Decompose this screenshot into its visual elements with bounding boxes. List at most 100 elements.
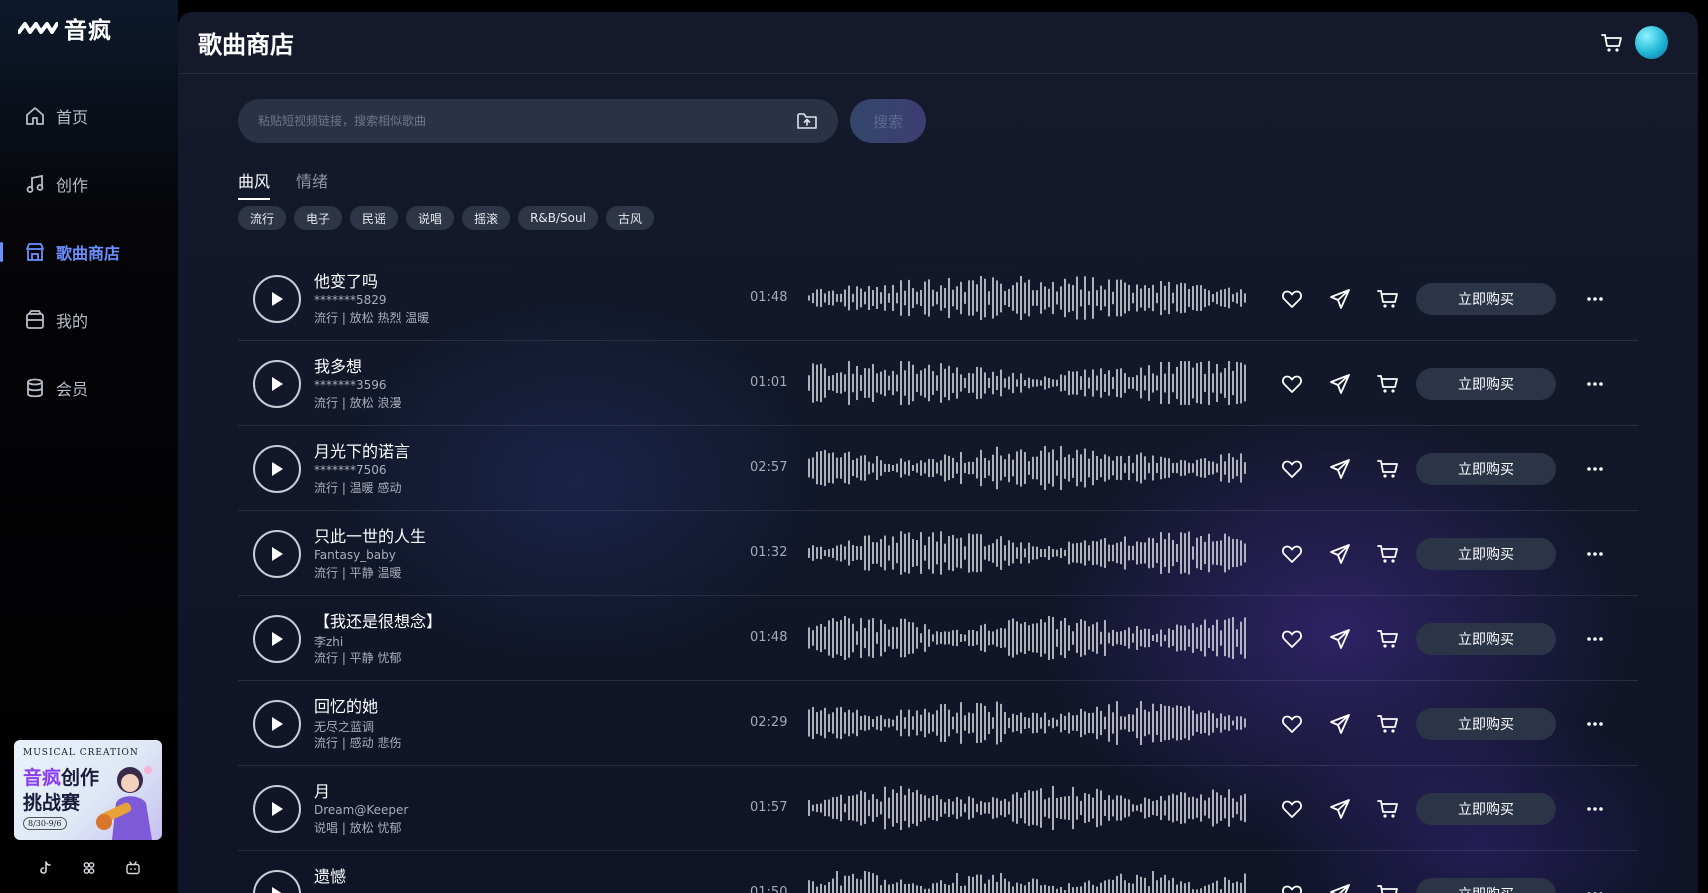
send-icon[interactable] xyxy=(1328,627,1352,651)
more-icon[interactable] xyxy=(1584,628,1606,650)
play-button[interactable] xyxy=(253,615,301,663)
waveform[interactable] xyxy=(808,786,1248,830)
chip-folk[interactable]: 民谣 xyxy=(350,206,399,230)
send-icon[interactable] xyxy=(1328,797,1352,821)
buy-now-button[interactable]: 立即购买 xyxy=(1416,453,1556,485)
filter-tabs: 曲风 情绪 xyxy=(238,168,328,200)
sidebar-nav: 首页 创作 歌曲商店 我的 会员 xyxy=(0,82,178,422)
chip-chinese-style[interactable]: 古风 xyxy=(605,206,654,230)
song-tags: 流行 | 平静 忧郁 xyxy=(314,651,402,665)
promo-subtitle: MUSICAL CREATION xyxy=(23,748,139,758)
more-icon[interactable] xyxy=(1584,543,1606,565)
waveform[interactable] xyxy=(808,701,1248,745)
waveform[interactable] xyxy=(808,871,1248,893)
song-title[interactable]: 只此一世的人生 xyxy=(314,523,426,547)
tab-mood[interactable]: 情绪 xyxy=(296,168,328,200)
play-button[interactable] xyxy=(253,360,301,408)
bilibili-icon[interactable] xyxy=(125,860,141,876)
sidebar-item-mine[interactable]: 我的 xyxy=(0,286,178,354)
community-icon[interactable] xyxy=(81,860,97,876)
play-button[interactable] xyxy=(253,445,301,493)
heart-icon[interactable] xyxy=(1280,627,1304,651)
more-icon[interactable] xyxy=(1584,883,1606,893)
cart-icon[interactable] xyxy=(1376,287,1400,311)
waveform[interactable] xyxy=(808,616,1248,660)
chip-rnb-soul[interactable]: R&B/Soul xyxy=(518,206,598,230)
promo-banner[interactable]: MUSICAL CREATION 音疯创作 挑战赛 8/30-9/6 xyxy=(14,740,162,840)
play-button[interactable] xyxy=(253,700,301,748)
song-title[interactable]: 他变了吗 xyxy=(314,268,378,292)
cart-icon[interactable] xyxy=(1376,457,1400,481)
search-input[interactable] xyxy=(258,114,758,128)
send-icon[interactable] xyxy=(1328,542,1352,566)
chip-electronic[interactable]: 电子 xyxy=(294,206,343,230)
song-title[interactable]: 月 xyxy=(314,778,330,802)
chip-rap[interactable]: 说唱 xyxy=(406,206,455,230)
waveform[interactable] xyxy=(808,531,1248,575)
more-icon[interactable] xyxy=(1584,458,1606,480)
heart-icon[interactable] xyxy=(1280,287,1304,311)
song-artist: Fantasy_baby xyxy=(314,548,396,562)
buy-now-button[interactable]: 立即购买 xyxy=(1416,793,1556,825)
cart-icon[interactable] xyxy=(1376,542,1400,566)
song-row: 遗憾 01:50 立即购买 xyxy=(238,851,1638,893)
play-button[interactable] xyxy=(253,275,301,323)
send-icon[interactable] xyxy=(1328,712,1352,736)
search-box xyxy=(238,99,838,143)
cart-icon[interactable] xyxy=(1376,627,1400,651)
play-button[interactable] xyxy=(253,530,301,578)
cart-icon[interactable] xyxy=(1376,372,1400,396)
heart-icon[interactable] xyxy=(1280,712,1304,736)
more-icon[interactable] xyxy=(1584,713,1606,735)
more-icon[interactable] xyxy=(1584,798,1606,820)
heart-icon[interactable] xyxy=(1280,372,1304,396)
play-button[interactable] xyxy=(253,870,301,893)
send-icon[interactable] xyxy=(1328,287,1352,311)
song-row: 只此一世的人生 Fantasy_baby 流行 | 平静 温暖 01:32 立即… xyxy=(238,511,1638,596)
app-logo[interactable]: 音疯 xyxy=(18,12,112,44)
heart-icon[interactable] xyxy=(1280,882,1304,893)
buy-now-button[interactable]: 立即购买 xyxy=(1416,708,1556,740)
buy-now-button[interactable]: 立即购买 xyxy=(1416,878,1556,893)
song-title[interactable]: 回忆的她 xyxy=(314,693,378,717)
sidebar-item-home[interactable]: 首页 xyxy=(0,82,178,150)
waveform[interactable] xyxy=(808,446,1248,490)
buy-now-button[interactable]: 立即购买 xyxy=(1416,623,1556,655)
cart-icon[interactable] xyxy=(1600,32,1624,54)
send-icon[interactable] xyxy=(1328,372,1352,396)
chip-pop[interactable]: 流行 xyxy=(238,206,287,230)
song-title[interactable]: 【我还是很想念】 xyxy=(314,608,442,632)
sidebar-item-member[interactable]: 会员 xyxy=(0,354,178,422)
waveform[interactable] xyxy=(808,361,1248,405)
more-icon[interactable] xyxy=(1584,288,1606,310)
play-icon xyxy=(272,802,283,816)
sidebar-item-store[interactable]: 歌曲商店 xyxy=(0,218,178,286)
tiktok-icon[interactable] xyxy=(37,860,53,876)
chip-rock[interactable]: 摇滚 xyxy=(462,206,511,230)
more-icon[interactable] xyxy=(1584,373,1606,395)
song-title[interactable]: 遗憾 xyxy=(314,863,346,887)
cart-icon[interactable] xyxy=(1376,797,1400,821)
send-icon[interactable] xyxy=(1328,457,1352,481)
buy-now-button[interactable]: 立即购买 xyxy=(1416,368,1556,400)
cart-icon[interactable] xyxy=(1376,712,1400,736)
promo-date: 8/30-9/6 xyxy=(23,817,67,830)
play-icon xyxy=(272,462,283,476)
search-button[interactable]: 搜索 xyxy=(850,99,926,143)
avatar[interactable] xyxy=(1635,26,1668,59)
heart-icon[interactable] xyxy=(1280,797,1304,821)
heart-icon[interactable] xyxy=(1280,457,1304,481)
cart-icon[interactable] xyxy=(1376,882,1400,893)
song-title[interactable]: 我多想 xyxy=(314,353,362,377)
sidebar-item-create[interactable]: 创作 xyxy=(0,150,178,218)
song-title[interactable]: 月光下的诺言 xyxy=(314,438,410,462)
buy-now-button[interactable]: 立即购买 xyxy=(1416,283,1556,315)
send-icon[interactable] xyxy=(1328,882,1352,893)
buy-now-button[interactable]: 立即购买 xyxy=(1416,538,1556,570)
waveform[interactable] xyxy=(808,276,1248,320)
heart-icon[interactable] xyxy=(1280,542,1304,566)
play-button[interactable] xyxy=(253,785,301,833)
folder-upload-icon[interactable] xyxy=(796,110,818,132)
tab-genre[interactable]: 曲风 xyxy=(238,168,271,200)
song-row: 月光下的诺言 *******7506 流行 | 温暖 感动 02:57 立即购买 xyxy=(238,426,1638,511)
